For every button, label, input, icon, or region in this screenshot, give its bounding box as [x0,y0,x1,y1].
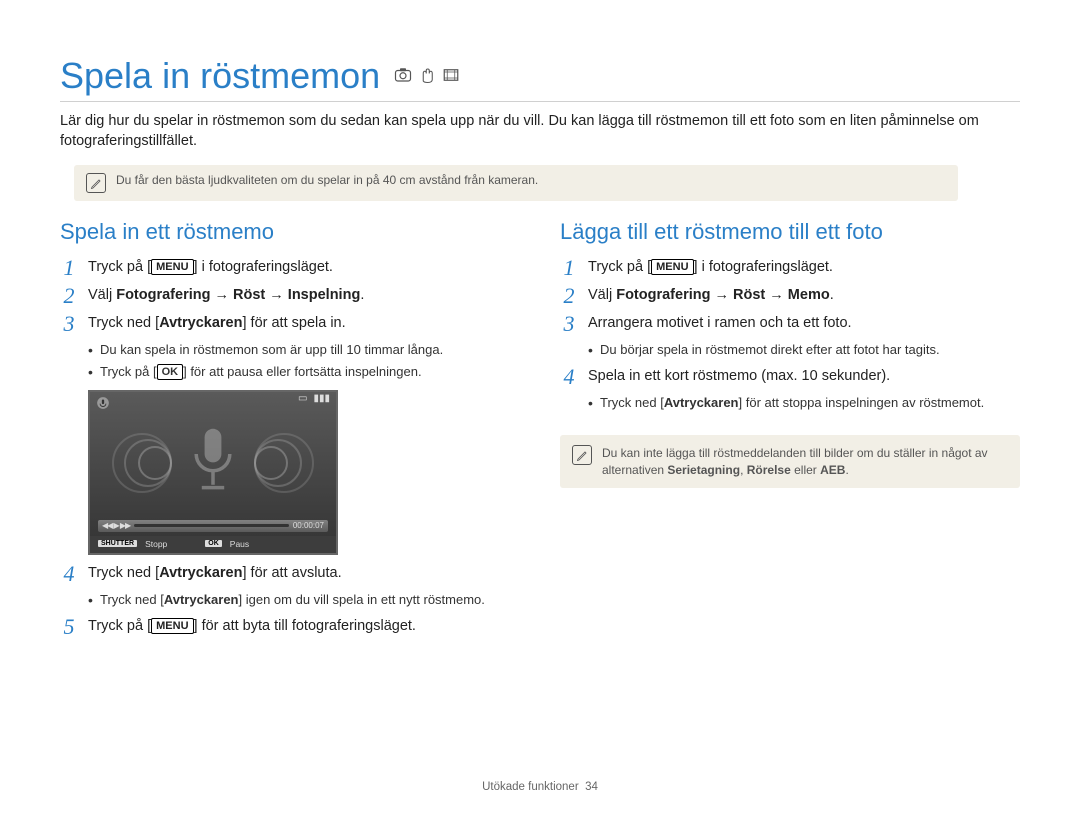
camera-p-icon [394,66,412,84]
voice-icon [96,396,110,410]
tip-box-right: Du kan inte lägga till röstmeddelanden t… [560,435,1020,489]
right-step-2: 2 Välj Fotografering → Röst → Memo. [560,285,1020,307]
step-text: Tryck ned [Avtryckaren] för att spela in… [88,313,520,334]
step-number: 2 [60,285,78,307]
hand-dual-icon [418,66,436,84]
time-counter: 00:00:07 [293,521,324,530]
shutter-key: SHUTTER [98,540,137,547]
right-column: Lägga till ett röstmemo till ett foto 1 … [560,219,1020,644]
step-text: Tryck ned [Avtryckaren] för att avsluta. [88,563,520,584]
right-heading: Lägga till ett röstmemo till ett foto [560,219,1020,245]
left-heading: Spela in ett röstmemo [60,219,520,245]
title-row: Spela in röstmemon [60,55,1020,97]
card-icon: ▭ [298,393,307,404]
intro-text: Lär dig hur du spelar in röstmemon som d… [60,112,1020,151]
left-step-3: 3 Tryck ned [Avtryckaren] för att spela … [60,313,520,335]
ok-key: OK [205,540,222,547]
stop-label: Stopp [145,539,167,549]
menu-key: MENU [151,259,193,275]
left-step-2: 2 Välj Fotografering → Röst → Inspelning… [60,285,520,307]
recorder-illustration: ▭ ▮▮▮ [88,390,338,555]
step-number: 5 [60,616,78,638]
tip-text: Du kan inte lägga till röstmeddelanden t… [602,445,1008,479]
bullet: Du kan spela in röstmemon som är upp til… [88,341,520,360]
scr-legend: SHUTTER Stopp OK Paus [90,536,336,553]
step-number: 1 [560,257,578,279]
menu-key: MENU [651,259,693,275]
bullet: Du börjar spela in röstmemot direkt efte… [588,341,1020,360]
left-step-1: 1 Tryck på [MENU] i fotograferingsläget. [60,257,520,279]
right-step-1: 1 Tryck på [MENU] i fotograferingsläget. [560,257,1020,279]
left-column: Spela in ett röstmemo 1 Tryck på [MENU] … [60,219,520,644]
footer: Utökade funktioner 34 [0,781,1080,793]
step-text: Spela in ett kort röstmemo (max. 10 seku… [588,366,1020,387]
note-icon [572,445,592,465]
scr-status-icons: ▭ ▮▮▮ [90,392,336,406]
bullet: Tryck ned [Avtryckaren] igen om du vill … [88,591,520,610]
rule [60,101,1020,102]
step-text: Tryck på [MENU] i fotograferingsläget. [88,257,520,278]
left-step4-bullets: Tryck ned [Avtryckaren] igen om du vill … [88,591,520,610]
step-text: Arrangera motivet i ramen och ta ett fot… [588,313,1020,334]
playback-icons: ◀◀ ▶ ▶▶ [102,521,130,530]
footer-page: 34 [585,781,598,793]
step-number: 3 [60,313,78,335]
left-step3-bullets: Du kan spela in röstmemon som är upp til… [88,341,520,382]
ok-key: OK [157,364,184,380]
progress-track [134,524,289,527]
wave-icon [254,433,314,493]
mode-icons [394,66,460,84]
left-step-5: 5 Tryck på [MENU] för att byta till foto… [60,616,520,638]
menu-key: MENU [151,618,193,634]
wave-icon [112,433,172,493]
bullet: Tryck ned [Avtryckaren] för att stoppa i… [588,394,1020,413]
pause-label: Paus [230,539,249,549]
microphone-icon [183,426,243,496]
left-step-4: 4 Tryck ned [Avtryckaren] för att avslut… [60,563,520,585]
page: Spela in röstmemon Lär dig hur du spelar… [0,0,1080,815]
step-text: Tryck på [MENU] i fotograferingsläget. [588,257,1020,278]
bullet: Tryck på [OK] för att pausa eller fortsä… [88,363,520,382]
step-number: 3 [560,313,578,335]
columns: Spela in ett röstmemo 1 Tryck på [MENU] … [60,219,1020,644]
scr-progress: ◀◀ ▶ ▶▶ 00:00:07 [98,520,328,532]
footer-label: Utökade funktioner [482,781,579,793]
note-icon [86,173,106,193]
step-number: 1 [60,257,78,279]
step-number: 4 [560,366,578,388]
step-text: Tryck på [MENU] för att byta till fotogr… [88,616,520,637]
battery-icon: ▮▮▮ [313,393,330,404]
right-step4-bullets: Tryck ned [Avtryckaren] för att stoppa i… [588,394,1020,413]
step-number: 2 [560,285,578,307]
right-step-3: 3 Arrangera motivet i ramen och ta ett f… [560,313,1020,335]
step-text: Välj Fotografering → Röst → Memo. [588,285,1020,306]
page-title: Spela in röstmemon [60,55,380,97]
tip-text: Du får den bästa ljudkvaliteten om du sp… [116,173,538,187]
right-step-4: 4 Spela in ett kort röstmemo (max. 10 se… [560,366,1020,388]
step-text: Välj Fotografering → Röst → Inspelning. [88,285,520,306]
scr-main [90,406,336,516]
step-number: 4 [60,563,78,585]
scene-icon [442,66,460,84]
right-step3-bullets: Du börjar spela in röstmemot direkt efte… [588,341,1020,360]
tip-box-top: Du får den bästa ljudkvaliteten om du sp… [74,165,958,201]
